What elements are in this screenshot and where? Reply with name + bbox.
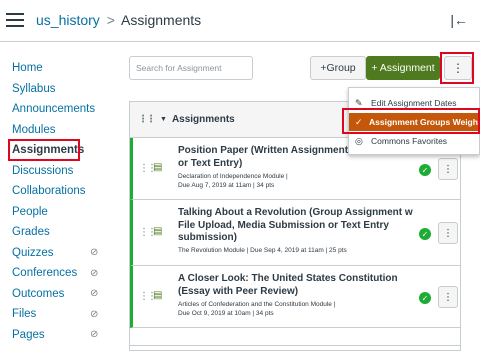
nav-item-announcements[interactable]: Announcements	[12, 99, 112, 120]
divider	[129, 345, 461, 346]
course-navigation: Home Syllabus Announcements Modules Assi…	[12, 58, 112, 345]
add-assignment-button[interactable]: + Assignment	[366, 56, 440, 80]
assignment-title[interactable]: Talking About a Revolution (Group Assign…	[178, 207, 418, 245]
assignment-module: Articles of Confederation and the Consti…	[178, 301, 336, 308]
assignment-due: Due Aug 7, 2019 at 11am | 34 pts	[178, 182, 275, 189]
hidden-eye-icon: ⊘	[90, 329, 99, 341]
menu-item-label: Edit Assignment Dates	[371, 98, 457, 108]
nav-item-outcomes[interactable]: Outcomes ⊘	[12, 284, 112, 305]
top-bar: us_history > Assignments |←	[0, 0, 480, 42]
menu-item-label: Commons Favorites	[371, 136, 448, 146]
hidden-eye-icon: ⊘	[90, 247, 99, 259]
assignment-icon: ▤	[153, 162, 163, 173]
nav-item-people[interactable]: People	[12, 202, 112, 223]
assignment-row[interactable]: ⋮⋮ ▤ A Closer Look: The United States Co…	[130, 266, 460, 328]
nav-label: Quizzes	[12, 246, 54, 259]
nav-label: Home	[12, 62, 43, 75]
assignment-row[interactable]: ⋮⋮ ▤ Talking About a Revolution (Group A…	[130, 200, 460, 266]
caret-down-icon[interactable]: ▼	[160, 116, 167, 123]
published-check-icon[interactable]: ✓	[419, 292, 431, 304]
hidden-eye-icon: ⊘	[90, 308, 99, 320]
assignment-module: Declaration of Independence Module |	[178, 173, 288, 180]
assignment-title[interactable]: A Closer Look: The United States Constit…	[178, 273, 418, 298]
nav-label: Pages	[12, 328, 45, 341]
breadcrumb-separator: >	[106, 12, 115, 28]
drag-handle-icon[interactable]: ⋮⋮	[138, 114, 156, 125]
assignment-kebab-button[interactable]: ⋮	[438, 222, 458, 244]
assignment-icon: ▤	[153, 290, 163, 301]
annotation-highlight-groups-weight	[342, 108, 480, 134]
nav-label: Outcomes	[12, 287, 65, 300]
hamburger-menu-icon[interactable]	[6, 13, 24, 27]
published-check-icon[interactable]: ✓	[419, 228, 431, 240]
nav-item-modules[interactable]: Modules	[12, 120, 112, 141]
nav-item-grades[interactable]: Grades	[12, 222, 112, 243]
assignment-kebab-button[interactable]: ⋮	[438, 158, 458, 180]
commons-icon: ◎	[355, 135, 363, 146]
menu-item-commons-favorites[interactable]: ◎ Commons Favorites	[349, 132, 480, 150]
nav-label: Conferences	[12, 267, 78, 280]
nav-label: Collaborations	[12, 185, 86, 198]
nav-item-collaborations[interactable]: Collaborations	[12, 181, 112, 202]
nav-label: Files	[12, 308, 37, 321]
nav-label: Modules	[12, 123, 56, 136]
nav-item-pages[interactable]: Pages ⊘	[12, 325, 112, 346]
breadcrumb: us_history > Assignments	[36, 12, 201, 28]
hidden-eye-icon: ⊘	[90, 288, 99, 300]
nav-label: Announcements	[12, 103, 96, 116]
breadcrumb-current: Assignments	[121, 12, 202, 28]
assignment-kebab-button[interactable]: ⋮	[438, 286, 458, 308]
annotation-highlight-kebab	[440, 52, 474, 84]
search-input[interactable]: Search for Assignment	[129, 56, 253, 80]
nav-label: Syllabus	[12, 82, 56, 95]
group-title: Assignments	[171, 114, 235, 125]
nav-item-conferences[interactable]: Conferences ⊘	[12, 263, 112, 284]
nav-label: People	[12, 205, 48, 218]
breadcrumb-course-link[interactable]: us_history	[36, 12, 100, 28]
nav-label: Discussions	[12, 164, 74, 177]
annotation-highlight-assignments	[8, 139, 80, 161]
nav-item-quizzes[interactable]: Quizzes ⊘	[12, 243, 112, 264]
assignment-module: The Revolution Module | Due Sep 4, 2019 …	[178, 247, 347, 254]
nav-item-discussions[interactable]: Discussions	[12, 161, 112, 182]
published-check-icon[interactable]: ✓	[419, 164, 431, 176]
nav-item-home[interactable]: Home	[12, 58, 112, 79]
nav-item-files[interactable]: Files ⊘	[12, 304, 112, 325]
assignment-icon: ▤	[153, 226, 163, 237]
nav-item-syllabus[interactable]: Syllabus	[12, 79, 112, 100]
nav-label: Grades	[12, 226, 50, 239]
hidden-eye-icon: ⊘	[90, 267, 99, 279]
add-group-button[interactable]: +Group	[310, 56, 366, 80]
pencil-icon: ✎	[355, 97, 363, 108]
collapse-sidebar-icon[interactable]: |←	[450, 12, 468, 28]
assignment-due: Due Oct 9, 2019 at 10am | 34 pts	[178, 310, 274, 317]
